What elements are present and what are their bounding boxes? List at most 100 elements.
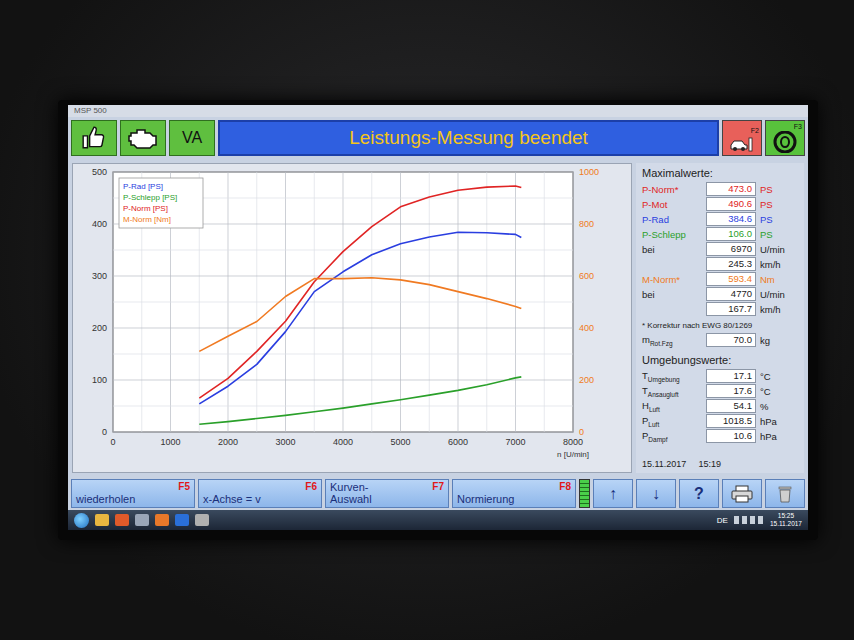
correction-note: * Korrektur nach EWG 80/1269 — [642, 321, 800, 330]
function-bar: wiederholen F5x-Achse = v F6Kurven-Auswa… — [68, 477, 808, 510]
msp-icon[interactable] — [135, 514, 149, 526]
legend-item: P-Schlepp [PS] — [123, 193, 177, 202]
y-tick-left: 0 — [102, 427, 107, 437]
value-row: 167.7 km/h — [642, 302, 800, 316]
power-chart: 0100200300400500020040060080010000100020… — [72, 163, 632, 473]
time: 15:19 — [698, 459, 721, 469]
grid-line — [113, 302, 573, 303]
series-line — [199, 186, 521, 398]
x-tick: 5000 — [390, 437, 410, 447]
value-row: M-Norm* 593.4 Nm — [642, 272, 800, 286]
button-label: VA — [182, 129, 202, 147]
y-tick-left: 400 — [92, 219, 107, 229]
value-row: 245.3 km/h — [642, 257, 800, 271]
timestamp: 15.11.2017 15:19 — [642, 459, 800, 469]
teamviewer-icon[interactable] — [175, 514, 189, 526]
start-button[interactable] — [74, 513, 89, 528]
tool-icon[interactable] — [195, 514, 209, 526]
nav-button[interactable]: ↑ — [593, 479, 633, 508]
value-row: bei 6970 U/min — [642, 242, 800, 256]
nav-button[interactable] — [722, 479, 762, 508]
clock[interactable]: 15:25 15.11.2017 — [770, 512, 802, 528]
value-label: P-Mot — [642, 199, 702, 210]
value-label: TAnsaugluft — [642, 385, 702, 398]
y-tick-right: 1000 — [579, 167, 599, 177]
function-button[interactable]: F2 — [722, 120, 762, 156]
key-label: F6 — [305, 481, 317, 492]
value-field: 17.6 — [706, 384, 756, 398]
grid-line — [113, 328, 573, 329]
value-row: P-Norm* 473.0 PS — [642, 182, 800, 196]
plot-area — [113, 172, 573, 432]
tray-icons — [734, 516, 764, 524]
value-field: 1018.5 — [706, 414, 756, 428]
grid-line — [113, 250, 573, 251]
value-label: HLuft — [642, 400, 702, 413]
function-key[interactable]: Normierung F8 — [452, 479, 576, 508]
value-label: P-Schlepp — [642, 229, 702, 240]
value-unit: Nm — [760, 274, 800, 285]
value-label: bei — [642, 244, 702, 255]
section-title: Umgebungswerte: — [642, 354, 800, 366]
explorer-icon[interactable] — [95, 514, 109, 526]
value-field: 17.1 — [706, 369, 756, 383]
value-unit: °C — [760, 371, 800, 382]
screen: MSP 500 VA Leistungs-Messung beendet F2 … — [68, 105, 808, 530]
toolbar-button[interactable] — [71, 120, 117, 156]
toolbar-button[interactable]: VA — [169, 120, 215, 156]
value-label: TUmgebung — [642, 370, 702, 383]
value-unit: U/min — [760, 289, 800, 300]
value-field: 70.0 — [706, 333, 756, 347]
language-indicator[interactable]: DE — [717, 516, 728, 525]
value-unit: PS — [760, 214, 800, 225]
car-lift-icon — [729, 135, 755, 153]
grid-line — [113, 432, 573, 433]
value-field: 384.6 — [706, 212, 756, 226]
x-tick: 2000 — [218, 437, 238, 447]
key-label: F7 — [432, 481, 444, 492]
value-row: bei 4770 U/min — [642, 287, 800, 301]
monitor: MSP 500 VA Leistungs-Messung beendet F2 … — [58, 100, 818, 540]
x-tick: 8000 — [563, 437, 583, 447]
value-field: 106.0 — [706, 227, 756, 241]
values-panel: Maximalwerte: P-Norm* 473.0 PSP-Mot 490.… — [636, 163, 804, 473]
x-tick: 1000 — [160, 437, 180, 447]
value-label: P-Norm* — [642, 184, 702, 195]
value-unit: PS — [760, 199, 800, 210]
section-title: Maximalwerte: — [642, 167, 800, 179]
x-tick: 0 — [110, 437, 115, 447]
clock-time: 15:25 — [778, 512, 794, 520]
x-axis-label: n [U/min] — [557, 450, 589, 459]
series-line — [199, 232, 521, 404]
value-field: 10.6 — [706, 429, 756, 443]
trash-icon — [777, 485, 793, 503]
toolbar-button[interactable] — [120, 120, 166, 156]
x-tick: 3000 — [275, 437, 295, 447]
value-unit: °C — [760, 386, 800, 397]
nav-button[interactable]: ↓ — [636, 479, 676, 508]
legend-item: M-Norm [Nm] — [123, 215, 171, 224]
function-key[interactable]: wiederholen F5 — [71, 479, 195, 508]
media-icon[interactable] — [115, 514, 129, 526]
function-key[interactable]: x-Achse = v F6 — [198, 479, 322, 508]
value-label: mRot.Fzg — [642, 334, 702, 347]
function-label: x-Achse = v — [203, 493, 261, 505]
nav-button[interactable] — [765, 479, 805, 508]
value-unit: km/h — [760, 259, 800, 270]
x-tick: 4000 — [333, 437, 353, 447]
y-tick-left: 500 — [92, 167, 107, 177]
x-tick: 7000 — [505, 437, 525, 447]
nav-button[interactable]: ? — [679, 479, 719, 508]
photo: MSP 500 VA Leistungs-Messung beendet F2 … — [0, 0, 854, 640]
y-tick-right: 400 — [579, 323, 594, 333]
function-button[interactable]: F3 — [765, 120, 805, 156]
value-unit: PS — [760, 184, 800, 195]
firefox-icon[interactable] — [155, 514, 169, 526]
function-key[interactable]: Kurven-Auswahl F7 — [325, 479, 449, 508]
date: 15.11.2017 — [642, 459, 686, 469]
value-field: 245.3 — [706, 257, 756, 271]
value-label: PDampf — [642, 430, 702, 443]
y-tick-left: 200 — [92, 323, 107, 333]
ambient-row: PDampf 10.6 hPa — [642, 429, 800, 443]
tire-icon — [773, 131, 797, 153]
